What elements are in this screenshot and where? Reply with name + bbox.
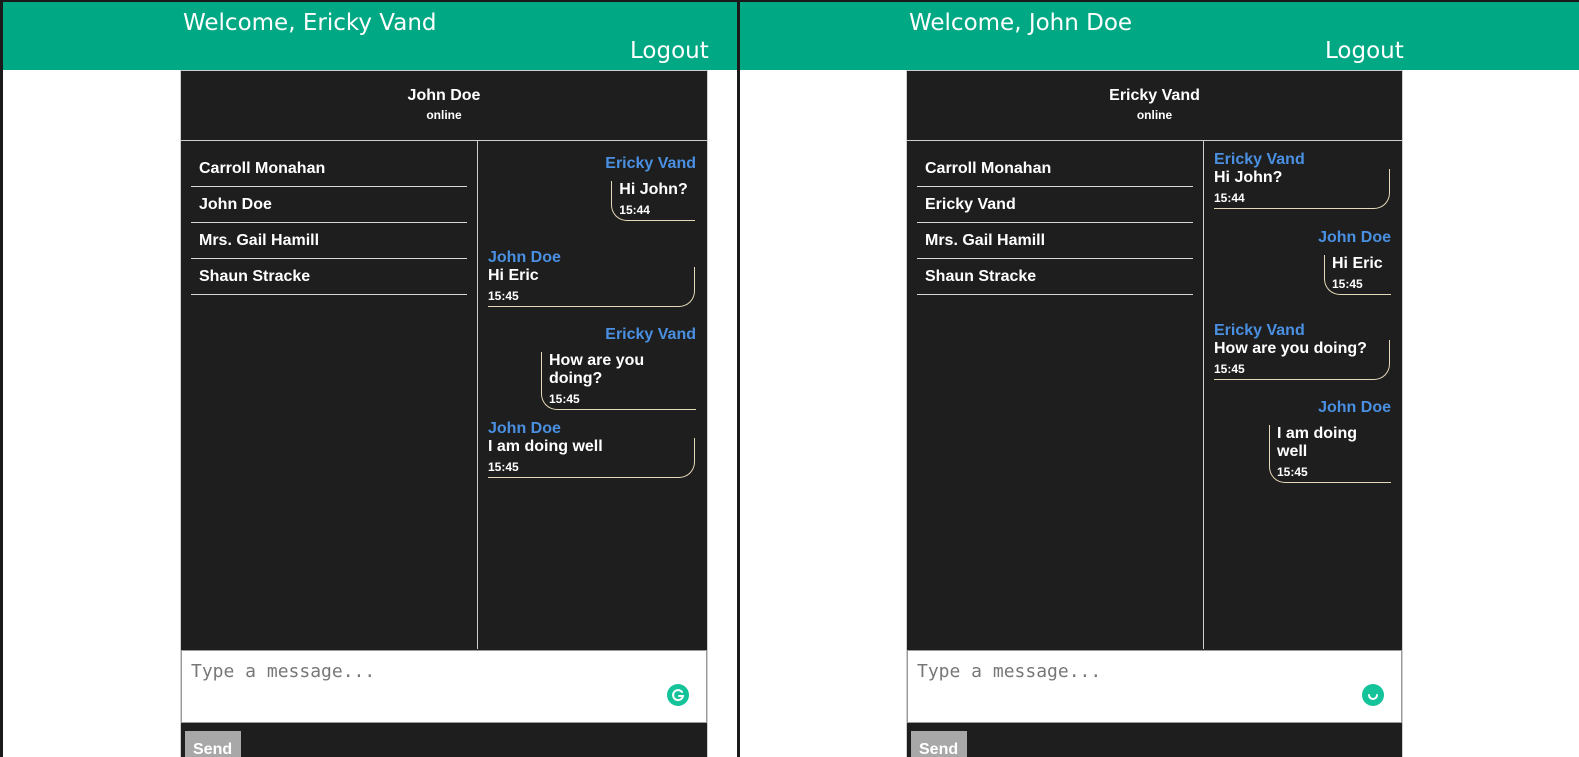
message-time: 15:44 bbox=[1214, 191, 1245, 205]
message-time: 15:44 bbox=[619, 203, 650, 217]
message-text: Hi Eric bbox=[1332, 255, 1383, 272]
message-text: How are you doing? bbox=[1214, 340, 1367, 357]
message-list: Ericky Vand Hi John? 15:44 John Doe Hi E… bbox=[478, 141, 707, 649]
message-item: Ericky Vand How are you doing? 15:45 bbox=[541, 326, 696, 410]
message-item: John Doe Hi Eric 15:45 bbox=[488, 249, 695, 307]
chat-panel: John Doe online Carroll Monahan John Doe… bbox=[180, 70, 708, 757]
message-time: 15:45 bbox=[1277, 465, 1308, 479]
message-time: 15:45 bbox=[549, 392, 580, 406]
message-sender: Ericky Vand bbox=[605, 326, 696, 343]
chat-partner-name: John Doe bbox=[407, 87, 481, 104]
logout-button[interactable]: Logout bbox=[630, 38, 709, 64]
message-item: John Doe I am doing well 15:45 bbox=[1269, 399, 1391, 483]
message-item: John Doe I am doing well 15:45 bbox=[488, 420, 695, 478]
message-list: Ericky Vand Hi John? 15:44 John Doe Hi E… bbox=[1204, 141, 1402, 649]
chat-partner-name: Ericky Vand bbox=[1109, 87, 1200, 104]
chat-partner-status: online bbox=[426, 108, 462, 122]
grammarly-icon[interactable] bbox=[1362, 684, 1384, 706]
message-sender: Ericky Vand bbox=[1214, 151, 1305, 168]
logout-button[interactable]: Logout bbox=[1325, 38, 1404, 64]
message-text: Hi John? bbox=[619, 181, 688, 198]
message-item: Ericky Vand How are you doing? 15:45 bbox=[1214, 322, 1390, 380]
welcome-text: Welcome, Ericky Vand bbox=[183, 10, 437, 36]
message-sender: John Doe bbox=[488, 249, 561, 266]
message-sender: Ericky Vand bbox=[605, 155, 696, 172]
message-sender: John Doe bbox=[1318, 399, 1391, 416]
chat-window-ericky: Welcome, Ericky Vand Logout John Doe onl… bbox=[0, 0, 737, 757]
welcome-text: Welcome, John Doe bbox=[909, 10, 1133, 36]
message-text: I am doing well bbox=[488, 438, 603, 455]
message-time: 15:45 bbox=[488, 460, 519, 474]
contact-item[interactable]: Shaun Stracke bbox=[917, 259, 1193, 295]
message-input[interactable] bbox=[182, 651, 706, 722]
message-time: 15:45 bbox=[488, 289, 519, 303]
contact-list: Carroll Monahan Ericky Vand Mrs. Gail Ha… bbox=[907, 141, 1204, 649]
message-sender: John Doe bbox=[1318, 229, 1391, 246]
message-text: Hi John? bbox=[1214, 169, 1283, 186]
message-time: 15:45 bbox=[1214, 362, 1245, 376]
contact-item[interactable]: Ericky Vand bbox=[917, 187, 1193, 223]
contact-item[interactable]: Mrs. Gail Hamill bbox=[191, 223, 467, 259]
grammarly-icon[interactable] bbox=[667, 684, 689, 706]
contact-item[interactable]: Shaun Stracke bbox=[191, 259, 467, 295]
message-time: 15:45 bbox=[1332, 277, 1363, 291]
message-input-area bbox=[181, 650, 707, 723]
message-text: I am doing well bbox=[1277, 425, 1357, 460]
chat-header: Ericky Vand online bbox=[907, 71, 1402, 141]
top-bar: Welcome, Ericky Vand Logout bbox=[3, 2, 737, 70]
chat-window-john: Welcome, John Doe Logout Ericky Vand onl… bbox=[737, 0, 1579, 757]
contact-item[interactable]: John Doe bbox=[191, 187, 467, 223]
top-bar: Welcome, John Doe Logout bbox=[740, 2, 1579, 70]
chat-partner-status: online bbox=[1136, 108, 1173, 122]
message-sender: Ericky Vand bbox=[1214, 322, 1305, 339]
message-input-area bbox=[907, 650, 1402, 723]
contact-list: Carroll Monahan John Doe Mrs. Gail Hamil… bbox=[181, 141, 478, 649]
message-text: Hi Eric bbox=[488, 267, 539, 284]
message-input[interactable] bbox=[908, 651, 1401, 722]
send-button[interactable]: Send bbox=[185, 731, 241, 757]
message-text: How are you doing? bbox=[549, 352, 645, 387]
message-item: Ericky Vand Hi John? 15:44 bbox=[605, 155, 696, 221]
contact-item[interactable]: Carroll Monahan bbox=[917, 151, 1193, 187]
chat-panel: Ericky Vand online Carroll Monahan Erick… bbox=[906, 70, 1403, 757]
message-sender: John Doe bbox=[488, 420, 561, 437]
contact-item[interactable]: Mrs. Gail Hamill bbox=[917, 223, 1193, 259]
chat-header: John Doe online bbox=[181, 71, 707, 141]
send-button[interactable]: Send bbox=[911, 731, 967, 757]
contact-item[interactable]: Carroll Monahan bbox=[191, 151, 467, 187]
message-item: John Doe Hi Eric 15:45 bbox=[1314, 229, 1391, 295]
message-item: Ericky Vand Hi John? 15:44 bbox=[1214, 151, 1390, 209]
